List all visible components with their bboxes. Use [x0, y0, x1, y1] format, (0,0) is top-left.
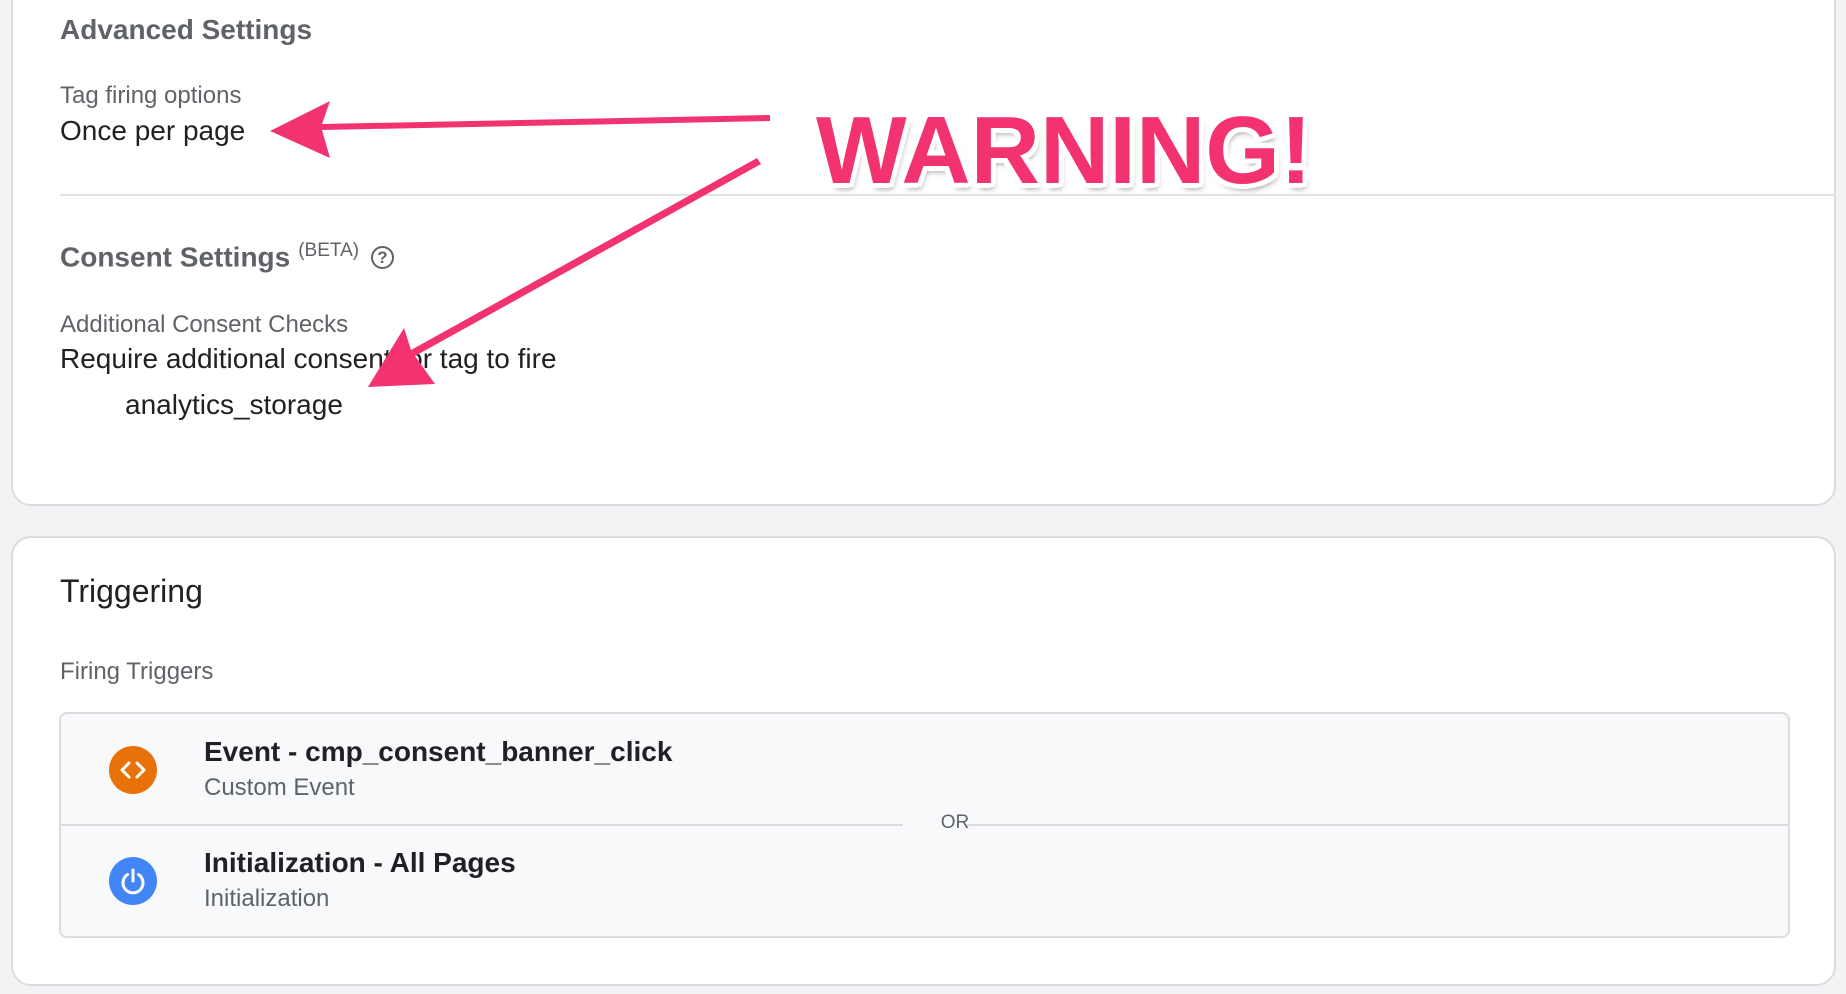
firing-triggers-list: Event - cmp_consent_banner_click Custom …: [59, 712, 1790, 938]
firing-triggers-label: Firing Triggers: [60, 658, 214, 685]
tag-firing-options-label: Tag firing options: [60, 82, 242, 109]
help-circle-icon[interactable]: ?: [371, 246, 394, 269]
code-brackets-icon: [109, 746, 157, 794]
trigger-name: Event - cmp_consent_banner_click: [204, 736, 673, 767]
trigger-type: Initialization: [204, 885, 330, 912]
triggering-title: Triggering: [60, 573, 203, 609]
trigger-type: Custom Event: [204, 774, 355, 801]
code-brackets-glyph: [120, 761, 146, 779]
triggering-card: Triggering Firing Triggers Event - cmp_c…: [11, 536, 1836, 986]
trigger-row-initialization[interactable]: Initialization - All Pages Initializatio…: [61, 826, 1788, 937]
additional-consent-checks-label: Additional Consent Checks: [60, 311, 349, 338]
advanced-settings-card: Advanced Settings Tag firing options Onc…: [11, 0, 1836, 506]
warning-annotation: WARNING!: [816, 97, 1312, 204]
power-glyph: [121, 868, 145, 895]
additional-consent-checks-value: Require additional consent for tag to fi…: [60, 343, 557, 374]
advanced-settings-title: Advanced Settings: [60, 14, 313, 45]
trigger-name: Initialization - All Pages: [204, 847, 516, 878]
beta-badge: (BETA): [298, 240, 360, 261]
trigger-row-custom-event[interactable]: Event - cmp_consent_banner_click Custom …: [61, 714, 1788, 825]
power-icon: [109, 857, 157, 905]
consent-settings-title: Consent Settings (BETA): [60, 240, 359, 273]
consent-settings-title-text: Consent Settings: [60, 241, 291, 273]
tag-firing-options-value: Once per page: [60, 115, 246, 146]
consent-type-item: analytics_storage: [125, 389, 343, 420]
